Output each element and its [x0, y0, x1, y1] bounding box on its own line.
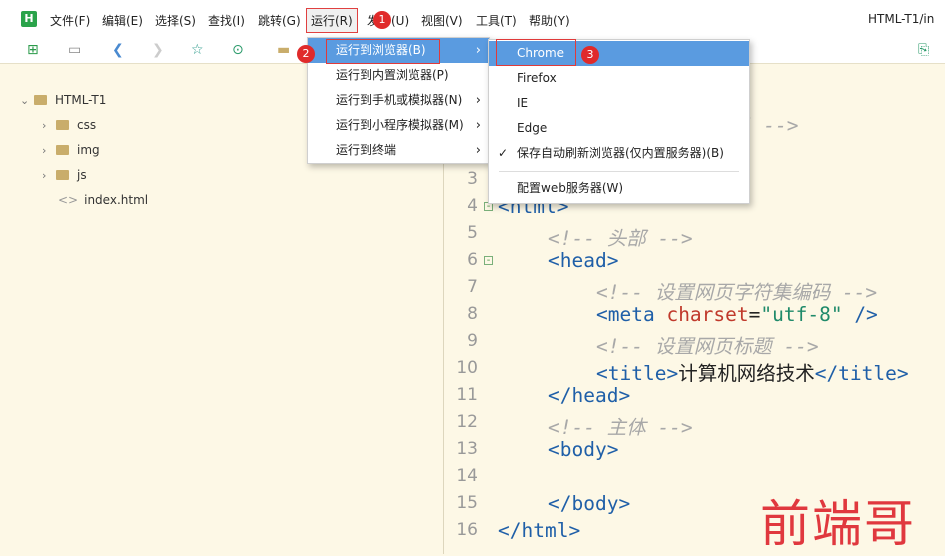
step-badge-3: 3 [581, 46, 599, 64]
highlight-box [326, 39, 440, 64]
menu-item-firefox[interactable]: Firefox [489, 66, 749, 91]
chevron-right-icon: › [42, 119, 47, 132]
folder-icon [56, 145, 69, 155]
code-line: <head> [548, 249, 619, 272]
app-logo-icon: H [21, 11, 37, 27]
code-line: <title>计算机网络技术</title> [596, 362, 909, 385]
chevron-right-icon: › [42, 169, 47, 182]
line-number: 8 [467, 304, 478, 324]
code-line: <!-- 头部 --> [548, 227, 693, 250]
menu-edit[interactable]: 编辑(E) [102, 12, 143, 29]
line-number: 3 [467, 169, 478, 189]
step-badge-2: 2 [297, 45, 315, 63]
chevron-right-icon: › [475, 118, 481, 133]
highlight-box [496, 39, 576, 66]
line-number: 11 [456, 385, 478, 405]
menu-item-auto-refresh[interactable]: ✓ 保存自动刷新浏览器(仅内置服务器)(B) [489, 141, 749, 166]
menu-item-run-builtin-browser[interactable]: 运行到内置浏览器(P) [308, 63, 489, 88]
tree-project[interactable]: ⌄ HTML-T1 [20, 93, 106, 107]
star-icon[interactable]: ☆ [191, 42, 204, 58]
line-number: 13 [456, 439, 478, 459]
menu-item-ie[interactable]: IE [489, 91, 749, 116]
menu-tools[interactable]: 工具(T) [476, 12, 517, 29]
chevron-down-icon: ⌄ [20, 94, 30, 107]
tree-label: js [77, 168, 87, 182]
line-number: 16 [456, 520, 478, 540]
forward-icon[interactable]: ❯ [152, 42, 164, 58]
code-line: <!-- 主体 --> [548, 416, 693, 439]
save-icon[interactable]: ▭ [68, 42, 81, 58]
fold-toggle-icon[interactable]: - [484, 256, 493, 266]
new-file-icon[interactable]: ⊞ [27, 42, 39, 58]
code-line: </head> [548, 384, 631, 407]
folder-icon [56, 170, 69, 180]
folder-icon [34, 95, 47, 105]
code-line: <meta charset="utf-8" /> [596, 303, 878, 326]
menu-find[interactable]: 查找(I) [208, 12, 245, 29]
html-file-icon: <> [58, 193, 79, 207]
step-badge-1: 1 [373, 11, 391, 29]
chevron-right-icon: › [475, 43, 481, 58]
tree-item-css[interactable]: › css [42, 118, 96, 132]
preview-icon[interactable]: ⎘ [918, 42, 929, 58]
checkmark-icon: ✓ [498, 146, 509, 160]
line-number: 14 [456, 466, 478, 486]
menu-item-run-miniprogram[interactable]: 运行到小程序模拟器(M) › [308, 113, 489, 138]
folder-icon [56, 120, 69, 130]
menu-run[interactable]: 运行(R) [306, 8, 358, 33]
tree-item-index-html[interactable]: <> index.html [58, 193, 148, 207]
menu-item-run-terminal[interactable]: 运行到终端 › [308, 138, 489, 163]
back-icon[interactable]: ❮ [112, 42, 124, 58]
menu-help[interactable]: 帮助(Y) [529, 12, 570, 29]
menu-item-configure-web-server[interactable]: 配置web服务器(W) [489, 176, 749, 201]
line-number: 4 [467, 196, 478, 216]
menu-separator [499, 171, 739, 172]
line-number: 12 [456, 412, 478, 432]
tree-label: img [77, 143, 100, 157]
tree-label: css [77, 118, 97, 132]
chevron-right-icon: › [475, 143, 481, 158]
line-number: 10 [456, 358, 478, 378]
code-line: <body> [548, 438, 619, 461]
tree-label: index.html [84, 193, 149, 207]
tree-item-js[interactable]: › js [42, 168, 87, 182]
project-name: HTML-T1 [55, 93, 107, 107]
line-number: 7 [467, 277, 478, 297]
line-number: 15 [456, 493, 478, 513]
menu-item-edge[interactable]: Edge [489, 116, 749, 141]
menu-file[interactable]: 文件(F) [50, 12, 90, 29]
run-icon[interactable]: ⊙ [232, 42, 244, 58]
menubar: H 文件(F) 编辑(E) 选择(S) 查找(I) 跳转(G) 运行(R) 发行… [0, 0, 945, 38]
tree-item-img[interactable]: › img [42, 143, 100, 157]
code-line: <!-- 设置网页标题 --> [596, 335, 819, 358]
folder-icon[interactable]: ▬ [277, 42, 290, 58]
code-line: </html> [498, 519, 581, 542]
menu-view[interactable]: 视图(V) [421, 12, 463, 29]
line-number: 9 [467, 331, 478, 351]
chevron-right-icon: › [42, 144, 47, 157]
chevron-right-icon: › [475, 93, 481, 108]
line-number: 6 [467, 250, 478, 270]
code-line: <!-- 设置网页字符集编码 --> [596, 281, 878, 304]
line-number: 5 [467, 223, 478, 243]
watermark: 前端哥 [760, 495, 916, 553]
code-line: </body> [548, 492, 631, 515]
menu-select[interactable]: 选择(S) [155, 12, 196, 29]
window-title: HTML-T1/in [868, 12, 935, 26]
menu-goto[interactable]: 跳转(G) [258, 12, 301, 29]
menu-item-run-phone[interactable]: 运行到手机或模拟器(N) › [308, 88, 489, 113]
